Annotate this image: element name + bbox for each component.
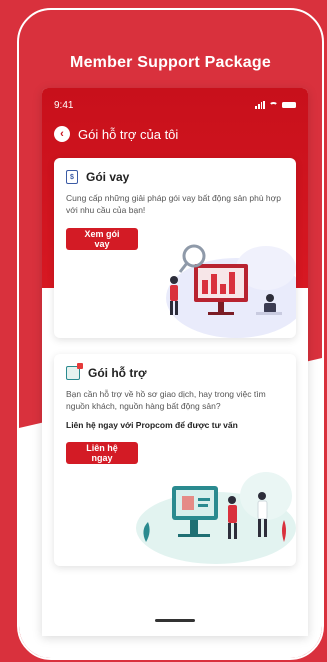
bar (202, 280, 208, 294)
person-leg (170, 301, 173, 315)
person-leg (175, 301, 178, 315)
bar (220, 284, 226, 294)
nav-bar: ‹ Gói hỗ trợ của tôi (54, 126, 178, 142)
signal-icon (255, 101, 265, 109)
bar (229, 272, 235, 294)
person2-head (266, 294, 274, 302)
wifi-icon (269, 101, 278, 109)
desk (256, 312, 282, 315)
loan-card-title: $ Gói vay (66, 170, 129, 184)
support-title-text: Gói hỗ trợ (88, 366, 147, 380)
loan-illustration (166, 244, 296, 338)
person-leg (228, 523, 231, 539)
status-icons (255, 101, 296, 109)
support-package-icon (66, 363, 83, 380)
status-time: 9:41 (54, 99, 74, 111)
loan-package-card: $ Gói vay Cung cấp những giải pháp gói v… (54, 158, 296, 338)
monitor-stand (218, 302, 224, 312)
person2-leg (264, 519, 267, 537)
status-bar: 9:41 (54, 98, 296, 112)
person-body (170, 285, 178, 301)
person-head (228, 496, 236, 504)
view-loan-button[interactable]: Xem gói vay (66, 228, 138, 250)
back-button-icon[interactable]: ‹ (54, 126, 70, 142)
profile-card (182, 496, 194, 510)
monitor-base (208, 312, 234, 315)
text-line (198, 504, 208, 507)
support-package-card: Gói hỗ trợ Bạn cần hỗ trợ về hồ sơ giao … (54, 354, 296, 566)
person2-body (264, 303, 276, 313)
stand (190, 520, 198, 534)
person2-leg (258, 519, 261, 537)
support-card-title: Gói hỗ trợ (66, 363, 147, 380)
home-indicator (155, 619, 195, 622)
support-highlight: Liên hệ ngay với Propcom để được tư vấn (66, 420, 238, 430)
person2-head (258, 492, 266, 500)
phone-screen: 9:41 ‹ Gói hỗ trợ của tôi $ Gói vay Cung… (42, 88, 308, 636)
document-icon: $ (66, 170, 78, 184)
base (178, 534, 210, 537)
bar (211, 274, 217, 294)
loan-description: Cung cấp những giải pháp gói vay bất độn… (66, 193, 281, 215)
promo-headline: Member Support Package (70, 54, 271, 71)
battery-icon (282, 102, 296, 108)
support-illustration (136, 472, 296, 564)
text-line (198, 498, 210, 501)
person-body (228, 505, 237, 523)
loan-title-text: Gói vay (86, 170, 130, 184)
person-leg (234, 523, 237, 539)
screen (176, 490, 214, 516)
support-description: Bạn cần hỗ trợ về hồ sơ giao dịch, hay t… (66, 389, 266, 411)
nav-title: Gói hỗ trợ của tôi (78, 126, 179, 142)
person-head (170, 276, 178, 284)
person2-body (257, 500, 268, 520)
